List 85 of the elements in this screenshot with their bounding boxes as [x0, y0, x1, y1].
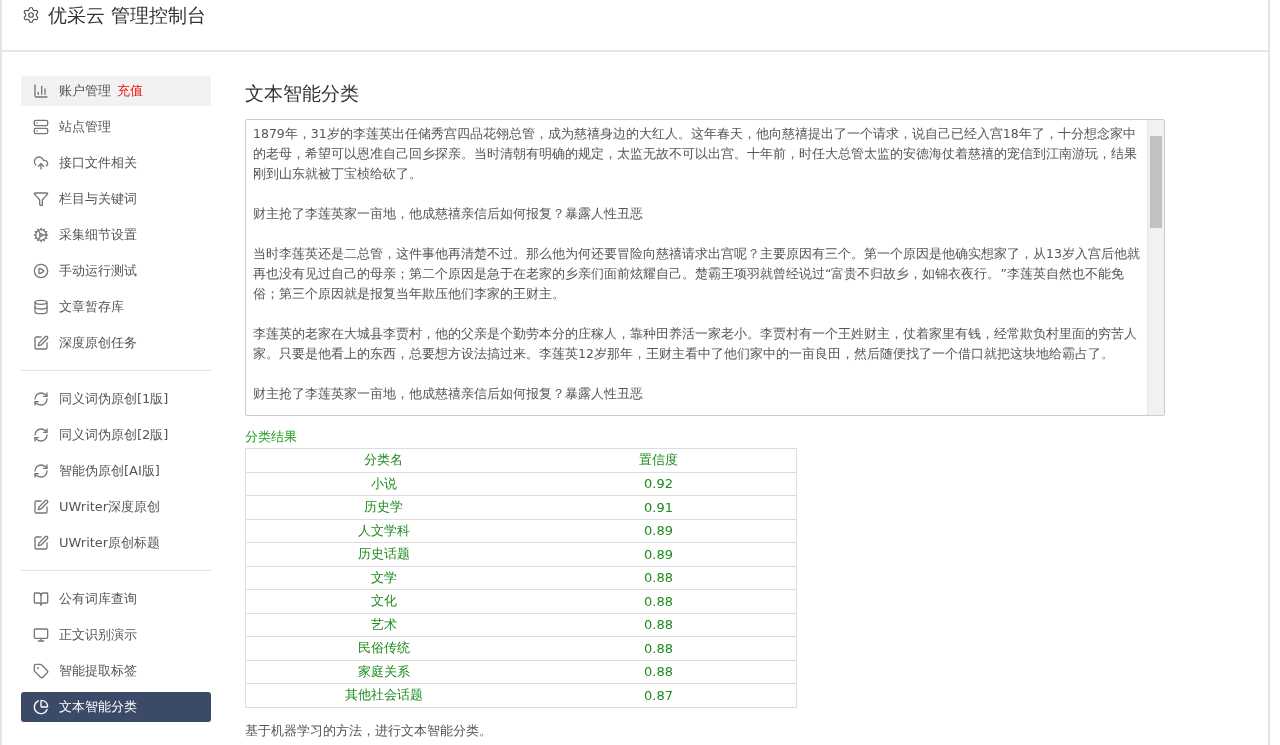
text-paragraph: 当时李莲英还是二总管，这件事他再清楚不过。那么他为何还要冒险向慈禧请求出宫呢？主要原因有三个。第一个原因是他确实想家了，从13岁入宫后他就再也没有见过自己的母亲；第二个原因是急于在老家的乡亲们面前炫耀自己。楚霸王项羽就曾经说过“富贵不归故乡，如锦衣夜行。”李莲英自然也不能免俗；第三个原因就是报复当年欺压他们李家的王财主。	[253, 245, 1141, 303]
sidebar-item[interactable]: 文章暂存库	[21, 292, 211, 322]
table-cell: 0.88	[521, 660, 797, 684]
sidebar-item[interactable]: 深度原创任务	[21, 328, 211, 358]
text-paragraph: 财主抢了李莲英家一亩地，他成慈禧亲信后如何报复？暴露人性丑恶	[253, 385, 644, 403]
table-cell: 0.88	[521, 636, 797, 660]
table-cell: 家庭关系	[245, 660, 521, 684]
sidebar-item[interactable]: 同义词伪原创[2版]	[21, 420, 211, 450]
table-cell: 0.88	[521, 566, 797, 590]
bar-chart-icon	[33, 83, 49, 99]
cloud-upload-icon	[33, 155, 49, 171]
text-paragraph: 财主抢了李莲英家一亩地，他成慈禧亲信后如何报复？暴露人性丑恶	[253, 205, 644, 223]
page-title: 文本智能分类	[245, 81, 360, 106]
sidebar-label: 智能伪原创[AI版]	[59, 462, 160, 480]
edit-icon	[33, 335, 49, 351]
sidebar-label: 账户管理	[59, 82, 111, 100]
table-cell: 艺术	[245, 613, 521, 637]
table-cell: 其他社会话题	[245, 683, 521, 707]
sidebar-item[interactable]: 公有词库查询	[21, 584, 211, 614]
sidebar-label: 同义词伪原创[2版]	[59, 426, 169, 444]
text-paragraph: 1879年，31岁的李莲英出任储秀宫四品花翎总管，成为慈禧身边的大红人。这年春天，他向慈禧提出了一个请求，说自己已经入宫18年了，十分想念家中的老母，希望可以恩准自己回乡探亲。当时清朝有明确的规定，太监无故不可以出宫。十年前，时任大总管太监的安德海仗着慈禧的宠信到江南游玩，结果刚到山东就被丁宝桢给砍了。	[253, 125, 1138, 183]
edit-icon	[33, 535, 49, 551]
sidebar-label: 深度原创任务	[59, 334, 137, 352]
sidebar-label: 文本智能分类	[59, 698, 137, 716]
refresh-icon	[33, 391, 49, 407]
refresh-icon	[33, 427, 49, 443]
edit-icon	[33, 499, 49, 515]
table-cell: 0.92	[521, 472, 797, 496]
table-cell: 历史学	[245, 495, 521, 519]
table-cell: 0.89	[521, 519, 797, 543]
column-header: 置信度	[521, 448, 797, 472]
sidebar-item[interactable]: 智能提取标签	[21, 656, 211, 686]
sidebar-item[interactable]: 栏目与关键词	[21, 184, 211, 214]
sidebar-label: 正文识别演示	[59, 626, 137, 644]
sidebar-item[interactable]: 账户管理 充值	[21, 76, 211, 106]
table-cell: 0.91	[521, 495, 797, 519]
sidebar-label: 手动运行测试	[59, 262, 137, 280]
sidebar-item[interactable]: 正文识别演示	[21, 620, 211, 650]
table-cell: 历史话题	[245, 542, 521, 566]
sidebar-label: 接口文件相关	[59, 154, 137, 172]
app-title: 优采云 管理控制台	[48, 3, 207, 28]
sidebar-label: 同义词伪原创[1版]	[59, 390, 169, 408]
sidebar-label: 智能提取标签	[59, 662, 137, 680]
sidebar-label: 栏目与关键词	[59, 190, 137, 208]
text-area[interactable]	[245, 119, 1165, 416]
sidebar-item[interactable]: 站点管理	[21, 112, 211, 142]
sidebar-item[interactable]: 文本智能分类	[21, 692, 211, 722]
recharge-link[interactable]: 充值	[117, 82, 143, 100]
filter-icon	[33, 191, 49, 207]
column-header: 分类名	[245, 448, 521, 472]
refresh-icon	[33, 463, 49, 479]
table-cell: 文化	[245, 589, 521, 613]
server-icon	[33, 119, 49, 135]
text-paragraph: 李莲英的老家在大城县李贾村，他的父亲是个勤劳本分的庄稼人，靠种田养活一家老小。李贾村有一个王姓财主，仗着家里有钱，经常欺负村里面的穷苦人家。只要是他看上的东西，总要想方设法搞过来。李莲英12岁那年，王财主看中了他们家中的一亩良田，然后随便找了一个借口就把这块地给霸占了。	[253, 325, 1138, 363]
table-cell: 文学	[245, 566, 521, 590]
scrollbar[interactable]	[1147, 120, 1164, 415]
result-label: 分类结果	[245, 428, 298, 446]
tag-icon	[33, 663, 49, 679]
sidebar-item[interactable]: 采集细节设置	[21, 220, 211, 250]
sidebar-label: 站点管理	[59, 118, 111, 136]
book-icon	[33, 591, 49, 607]
pie-chart-icon	[33, 699, 49, 715]
play-icon	[33, 263, 49, 279]
sidebar-label: UWriter原创标题	[59, 534, 161, 552]
description-text: 基于机器学习的方法，进行文本智能分类。	[245, 721, 493, 740]
sidebar-item[interactable]: UWriter原创标题	[21, 528, 211, 558]
table-cell: 民俗传统	[245, 636, 521, 660]
monitor-icon	[33, 627, 49, 643]
sidebar-item[interactable]: 手动运行测试	[21, 256, 211, 286]
database-icon	[33, 299, 49, 315]
table-cell: 0.88	[521, 589, 797, 613]
sidebar-label: 文章暂存库	[59, 298, 124, 316]
settings-icon	[22, 6, 40, 24]
sidebar-label: UWriter深度原创	[59, 498, 161, 516]
sidebar-item[interactable]: 智能伪原创[AI版]	[21, 456, 211, 486]
sidebar-item[interactable]: 接口文件相关	[21, 148, 211, 178]
sidebar-label: 采集细节设置	[59, 226, 137, 244]
table-cell: 0.88	[521, 613, 797, 637]
table-cell: 0.89	[521, 542, 797, 566]
sidebar-item[interactable]: UWriter深度原创	[21, 492, 211, 522]
sidebar-item[interactable]: 同义词伪原创[1版]	[21, 384, 211, 414]
table-cell: 0.87	[521, 683, 797, 707]
table-cell: 人文学科	[245, 519, 521, 543]
sidebar-label: 公有词库查询	[59, 590, 137, 608]
table-cell: 小说	[245, 472, 521, 496]
